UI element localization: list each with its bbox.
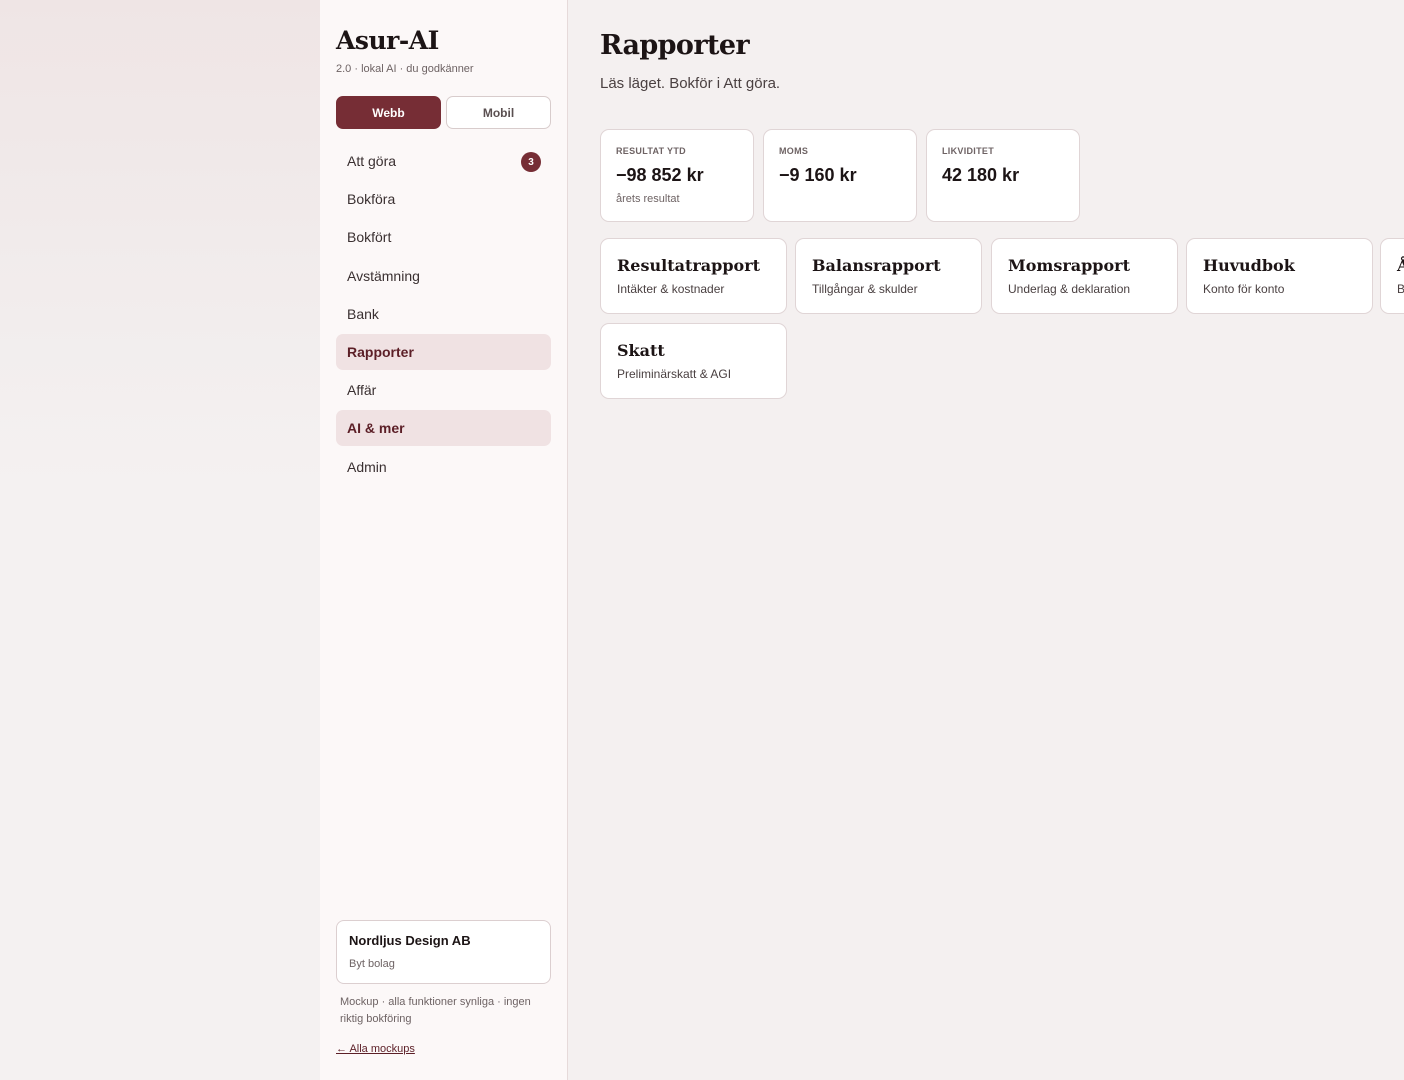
sidebar-item-avstamning[interactable]: Avstämning [336, 258, 551, 294]
kpi-value: 42 180 kr [942, 165, 1020, 185]
report-title: Skatt [617, 341, 665, 360]
sidebar-item-label: Bokfört [347, 229, 392, 246]
sidebar-nav: Att göra 3 Bokföra Bokfört Avstämning Ba… [336, 143, 551, 487]
sidebar-item-affar[interactable]: Affär [336, 372, 551, 408]
page-subtitle: Läs läget. Bokför i Att göra. [600, 75, 781, 92]
mobile-mode-button[interactable]: Mobil [446, 96, 551, 129]
report-description: Preliminärskatt & AGI [617, 367, 732, 381]
report-title: Balansrapport [812, 256, 941, 275]
sidebar-item-label: Bokföra [347, 191, 396, 208]
kpi-label: MOMS [779, 146, 809, 156]
main-content: Rapporter Läs läget. Bokför i Att göra. … [568, 0, 1404, 1080]
report-title: Resultatrapport [617, 256, 761, 275]
switch-company-label: Byt bolag [349, 958, 395, 970]
sidebar-item-label: Admin [347, 458, 387, 475]
report-title: Å [1397, 256, 1404, 275]
page-title: Rapporter [600, 30, 750, 61]
report-title: Huvudbok [1203, 256, 1295, 275]
report-card-momsrapport[interactable]: Momsrapport Underlag & deklaration [991, 238, 1178, 314]
report-description: Konto för konto [1203, 282, 1285, 296]
sidebar-item-ai-mer[interactable]: AI & mer [336, 410, 551, 447]
kpi-card-likviditet: LIKVIDITET 42 180 kr [926, 129, 1080, 222]
report-description: B [1397, 282, 1404, 296]
report-card-truncated[interactable]: Å B [1380, 238, 1404, 314]
mockup-footnote: Mockup · alla funktioner synliga · ingen… [340, 996, 531, 1025]
sidebar-item-label: Affär [347, 382, 377, 399]
sidebar-item-label: Att göra [347, 153, 397, 169]
company-name: Nordljus Design AB [349, 933, 471, 948]
sidebar-item-rapporter[interactable]: Rapporter [336, 333, 551, 370]
kpi-note: årets resultat [616, 193, 680, 205]
app-subtitle: 2.0 · lokal AI · du godkänner [336, 63, 474, 75]
report-description: Tillgångar & skulder [812, 282, 918, 296]
all-mockups-link[interactable]: ← Alla mockups [336, 1043, 415, 1055]
sidebar: Asur-AI 2.0 · lokal AI · du godkänner We… [320, 0, 568, 1080]
kpi-label: LIKVIDITET [942, 146, 994, 156]
web-mode-button[interactable]: Webb [336, 96, 441, 129]
report-title: Momsrapport [1008, 256, 1130, 275]
sidebar-item-label: Bank [347, 305, 379, 322]
kpi-card-moms: MOMS −9 160 kr [763, 129, 917, 222]
sidebar-item-bokfort[interactable]: Bokfört [336, 219, 551, 255]
company-switcher[interactable]: Nordljus Design AB Byt bolag [336, 920, 551, 984]
app-title: Asur-AI [336, 26, 439, 55]
sidebar-item-label: AI & mer [347, 420, 405, 437]
report-card-resultatrapport[interactable]: Resultatrapport Intäkter & kostnader [600, 238, 787, 314]
sidebar-item-att-gora[interactable]: Att göra 3 [336, 143, 551, 179]
kpi-value: −9 160 kr [779, 165, 857, 185]
sidebar-item-bank[interactable]: Bank [336, 296, 551, 332]
kpi-card-resultat: RESULTAT YTD −98 852 kr årets resultat [600, 129, 754, 222]
sidebar-item-label: Rapporter [347, 343, 414, 360]
report-description: Underlag & deklaration [1008, 282, 1131, 296]
report-card-huvudbok[interactable]: Huvudbok Konto för konto [1186, 238, 1373, 314]
report-card-balansrapport[interactable]: Balansrapport Tillgångar & skulder [795, 238, 982, 314]
sidebar-item-label: Avstämning [347, 267, 420, 284]
report-card-skatt[interactable]: Skatt Preliminärskatt & AGI [600, 323, 787, 399]
kpi-label: RESULTAT YTD [616, 146, 686, 156]
report-description: Intäkter & kostnader [617, 282, 725, 296]
count-badge: 3 [521, 152, 541, 172]
kpi-value: −98 852 kr [616, 165, 704, 185]
sidebar-item-bokfora[interactable]: Bokföra [336, 181, 551, 217]
sidebar-item-admin[interactable]: Admin [336, 449, 551, 485]
mode-toggle: Webb Mobil [336, 96, 551, 129]
background-gradient [0, 0, 320, 1080]
